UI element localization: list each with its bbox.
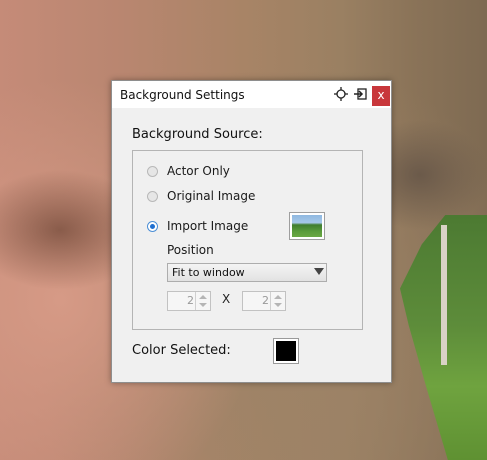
color-selected-label: Color Selected: xyxy=(132,343,231,358)
close-icon: x xyxy=(377,88,385,102)
radio-label: Import Image xyxy=(167,219,249,233)
background-source-label: Background Source: xyxy=(132,127,263,142)
image-thumbnail-icon xyxy=(292,215,322,237)
background-tree xyxy=(441,225,447,365)
stepper-buttons[interactable] xyxy=(195,292,210,310)
chevron-up-icon[interactable] xyxy=(274,295,282,299)
stepper-buttons[interactable] xyxy=(270,292,285,310)
chevron-down-icon[interactable] xyxy=(199,303,207,307)
dialog-title: Background Settings xyxy=(120,88,245,102)
close-button[interactable]: x xyxy=(372,86,390,106)
background-settings-dialog: Background Settings x Background Source: xyxy=(111,80,392,383)
chevron-up-icon[interactable] xyxy=(199,295,207,299)
radio-button[interactable] xyxy=(147,191,158,202)
tiling-separator: X xyxy=(222,292,231,306)
crosshair-pin-icon[interactable] xyxy=(333,87,349,103)
radio-label: Original Image xyxy=(167,189,256,203)
position-selected-value: Fit to window xyxy=(172,266,245,279)
color-swatch-button[interactable] xyxy=(273,338,299,364)
title-bar[interactable]: Background Settings x xyxy=(112,81,391,108)
radio-button[interactable] xyxy=(147,221,158,232)
position-label: Position xyxy=(167,243,214,257)
columns-value: 2 xyxy=(187,294,194,307)
radio-button[interactable] xyxy=(147,166,158,177)
position-dropdown[interactable]: Fit to window xyxy=(167,263,327,282)
radio-label: Actor Only xyxy=(167,164,230,178)
rows-stepper[interactable]: 2 xyxy=(242,291,286,311)
color-swatch xyxy=(276,341,296,361)
columns-stepper[interactable]: 2 xyxy=(167,291,211,311)
chevron-down-icon[interactable] xyxy=(274,303,282,307)
import-image-button[interactable] xyxy=(289,212,325,240)
chevron-down-icon[interactable] xyxy=(314,268,324,275)
rows-value: 2 xyxy=(262,294,269,307)
dock-window-icon[interactable] xyxy=(352,87,368,103)
background-source-group: Actor Only Original Image Import Image P… xyxy=(132,150,363,330)
